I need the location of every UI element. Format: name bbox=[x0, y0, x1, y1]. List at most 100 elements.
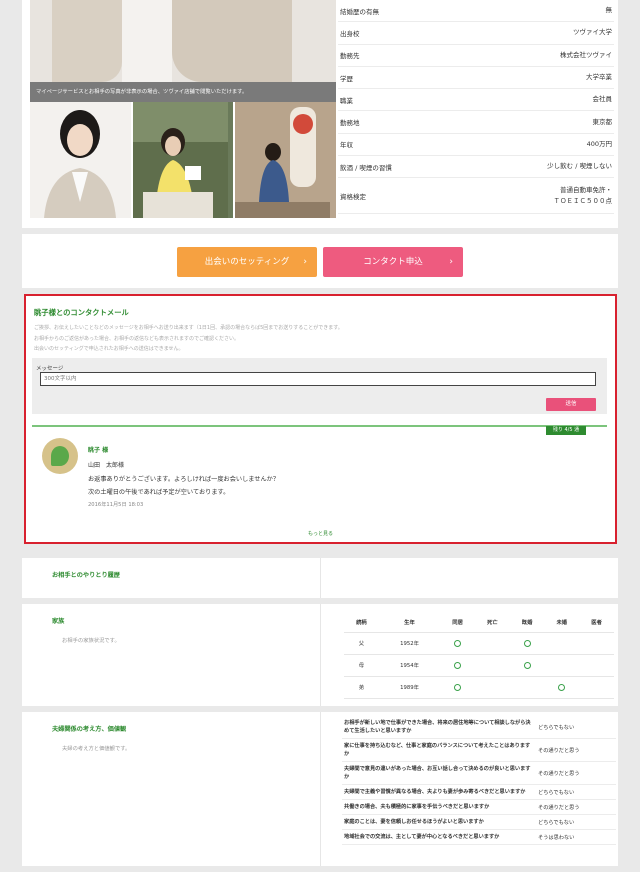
profile-label: 資格検定 bbox=[340, 192, 366, 201]
question-cell: お相手が新しい地で仕事ができた場合、将来の居住地等について相談しながら決めて生活… bbox=[344, 720, 531, 734]
show-more-link[interactable]: もっと見る bbox=[26, 530, 615, 537]
relation-cell: 父 bbox=[344, 632, 379, 655]
profile-label: 年収 bbox=[340, 141, 353, 150]
answer-cell: その通りだと思う bbox=[538, 804, 580, 811]
profile-row: 結婚歴の有無 無 bbox=[338, 0, 614, 23]
table-row: 夫婦間で意見の違いがあった場合、お互い話し合って決めるのが良いと思いますか その… bbox=[342, 762, 616, 785]
profile-row: 学歴 大学卒業 bbox=[338, 67, 614, 90]
message-compose-area bbox=[32, 358, 607, 414]
question-cell: 共働きの場合、夫も積極的に家事を手伝うべきだと思いますか bbox=[344, 804, 490, 810]
meeting-setting-button[interactable]: 出会いのセッティング › bbox=[177, 247, 317, 277]
photo-gallery: マイページサービスとお相手の写真が非表示の場合、ツヴァイ店舗で閲覧いただけます。 bbox=[30, 0, 337, 220]
column-header: 同居 bbox=[440, 612, 475, 633]
action-buttons: 出会いのセッティング › コンタクト申込 › bbox=[22, 234, 618, 288]
profile-row: 飲酒 / 喫煙の習慣 少し飲む / 喫煙しない bbox=[338, 156, 614, 179]
family-table: 続柄 生年 同居 死亡 既婚 未婚 医者 父 1952年 母 1954年 弟 1… bbox=[344, 612, 614, 699]
profile-value: 400万円 bbox=[586, 139, 612, 148]
page: マイページサービスとお相手の写真が非表示の場合、ツヴァイ店舗で閲覧いただけます。 bbox=[0, 0, 640, 872]
column-header: 既婚 bbox=[509, 612, 545, 633]
profile-value: 無 bbox=[605, 6, 613, 15]
column-header: 死亡 bbox=[474, 612, 510, 633]
question-cell: 家庭のことは、妻を信頼しお任せるほうがよいと思いますか bbox=[344, 819, 484, 825]
profile-row: 出身校 ツヴァイ大学 bbox=[338, 22, 614, 45]
table-row: 母 1954年 bbox=[344, 654, 614, 677]
relation-cell: 母 bbox=[344, 654, 379, 677]
description-line: 出会いのセッティングで申込されたお相手への送信はできません。 bbox=[34, 346, 184, 352]
column-header: 生年 bbox=[378, 612, 441, 633]
profile-row: 勤務地 東京都 bbox=[338, 111, 614, 134]
history-section: お相手とのやりとり履歴 bbox=[22, 558, 618, 598]
message-sender-name: 山田 太郎様 bbox=[88, 462, 125, 469]
values-section: 夫婦関係の考え方、価値観 夫婦の考え方と価値観です。 お相手が新しい地で仕事がで… bbox=[22, 712, 618, 866]
contact-request-button[interactable]: コンタクト申込 › bbox=[323, 247, 463, 277]
column-header: 医者 bbox=[579, 612, 614, 633]
check-circle-icon bbox=[454, 661, 462, 669]
profile-row: 職業 会社員 bbox=[338, 89, 614, 112]
answer-cell: その通りだと思う bbox=[538, 747, 580, 754]
profile-value: 大学卒業 bbox=[586, 73, 612, 82]
profile-details: 結婚歴の有無 無 出身校 ツヴァイ大学 勤務先 株式会社ツヴァイ 学歴 大学卒業… bbox=[338, 0, 614, 215]
thumbnail-photo-3[interactable] bbox=[235, 102, 337, 218]
profile-value: 東京都 bbox=[592, 117, 613, 126]
message-input[interactable] bbox=[40, 372, 596, 386]
profile-value: 普通自動車免許・ ＴＯＥＩＣ５００点 bbox=[554, 185, 613, 207]
profile-value: 株式会社ツヴァイ bbox=[560, 50, 612, 59]
birth-year-cell: 1954年 bbox=[378, 654, 441, 677]
photo-thumbnails bbox=[30, 102, 337, 218]
profile-label: 出身校 bbox=[340, 29, 360, 38]
description-line: ご挨拶、お伝えしたいことなどのメッセージをお相手へお送り出来ます（1日1回、承認… bbox=[34, 325, 343, 331]
contact-mail-section: 眺子様とのコンタクトメール ご挨拶、お伝えしたいことなどのメッセージをお相手へお… bbox=[24, 294, 617, 544]
column-header: 未婚 bbox=[544, 612, 580, 633]
answer-cell: どちらでもない bbox=[538, 789, 575, 796]
message-body: お返事ありがとうございます。よろしければ一度お会いしませんか？ 次の土曜日の午後… bbox=[88, 473, 279, 499]
table-row: 父 1952年 bbox=[344, 632, 614, 655]
main-photo[interactable] bbox=[30, 0, 336, 82]
contact-mail-description: ご挨拶、お伝えしたいことなどのメッセージをお相手へお送り出来ます（1日1回、承認… bbox=[34, 323, 594, 355]
table-row: 地域社会での交流は、主として妻が中心となるべきだと思いますか そうは思わない bbox=[342, 830, 616, 845]
table-row: 家に仕事を持ち込むなど、仕事と家庭のバランスについて考えたことはありますか その… bbox=[342, 739, 616, 762]
profile-label: 勤務地 bbox=[340, 119, 360, 128]
table-row: お相手が新しい地で仕事ができた場合、将来の居住地等について相談しながら決めて生活… bbox=[342, 716, 616, 739]
avatar bbox=[42, 438, 78, 474]
send-button[interactable]: 送信 bbox=[546, 398, 596, 411]
thumbnail-photo-2[interactable] bbox=[132, 102, 234, 218]
history-title[interactable]: お相手とのやりとり履歴 bbox=[52, 570, 120, 579]
answer-cell: そうは思わない bbox=[538, 834, 575, 841]
chevron-right-icon: › bbox=[449, 257, 453, 267]
description-line: お相手からのご返信があった場合、お相手の返信なども表示されますのでご確認ください… bbox=[34, 335, 240, 342]
check-circle-icon bbox=[523, 661, 531, 669]
answer-cell: どちらでもない bbox=[538, 724, 575, 731]
table-row: 弟 1989年 bbox=[344, 676, 614, 699]
family-subtitle: お相手の家族状況です。 bbox=[62, 638, 120, 644]
profile-value: 会社員 bbox=[592, 95, 613, 104]
relation-cell: 弟 bbox=[344, 676, 379, 699]
check-circle-icon bbox=[523, 639, 531, 647]
check-circle-icon bbox=[454, 683, 462, 691]
photo-caption: マイページサービスとお相手の写真が非表示の場合、ツヴァイ店舗で閲覧いただけます。 bbox=[30, 82, 336, 102]
question-cell: 夫婦間で主義や習慣が異なる場合、夫よりも妻が歩み寄るべきだと思いますか bbox=[344, 789, 526, 795]
profile-label: 職業 bbox=[340, 96, 353, 105]
birth-year-cell: 1989年 bbox=[378, 676, 441, 699]
profile-card: マイページサービスとお相手の写真が非表示の場合、ツヴァイ店舗で閲覧いただけます。 bbox=[22, 0, 618, 228]
contact-request-label: コンタクト申込 bbox=[363, 257, 423, 267]
table-row: 夫婦間で主義や習慣が異なる場合、夫よりも妻が歩み寄るべきだと思いますか どちらで… bbox=[342, 785, 616, 800]
message-line: お返事ありがとうございます。よろしければ一度お会いしませんか？ bbox=[88, 476, 280, 483]
divider bbox=[32, 425, 607, 427]
family-section: 家族 お相手の家族状況です。 続柄 生年 同居 死亡 既婚 未婚 医者 父 19… bbox=[22, 604, 618, 706]
family-title: 家族 bbox=[52, 618, 65, 625]
remaining-count-badge: 残り 4/5 通 bbox=[546, 426, 586, 435]
profile-row: 年収 400万円 bbox=[338, 134, 614, 157]
thumbnail-photo-1[interactable] bbox=[30, 102, 131, 218]
answer-cell: どちらでもない bbox=[538, 819, 575, 826]
values-table: お相手が新しい地で仕事ができた場合、将来の居住地等について相談しながら決めて生活… bbox=[342, 716, 616, 845]
message-item: 眺子 様 山田 太郎様 お返事ありがとうございます。よろしければ一度お会いしませ… bbox=[32, 428, 607, 514]
answer-cell: その通りだと思う bbox=[538, 770, 580, 777]
profile-value: 少し飲む / 喫煙しない bbox=[547, 162, 612, 171]
profile-label: 結婚歴の有無 bbox=[340, 7, 379, 16]
qualification-line-1: 普通自動車免許・ bbox=[560, 185, 612, 194]
table-row: 共働きの場合、夫も積極的に家事を手伝うべきだと思いますか その通りだと思う bbox=[342, 800, 616, 815]
meeting-setting-label: 出会いのセッティング bbox=[204, 257, 290, 267]
profile-row: 資格検定 普通自動車免許・ ＴＯＥＩＣ５００点 bbox=[338, 178, 614, 215]
contact-mail-title: 眺子様とのコンタクトメール bbox=[34, 308, 129, 317]
question-cell: 地域社会での交流は、主として妻が中心となるべきだと思いますか bbox=[344, 834, 500, 840]
